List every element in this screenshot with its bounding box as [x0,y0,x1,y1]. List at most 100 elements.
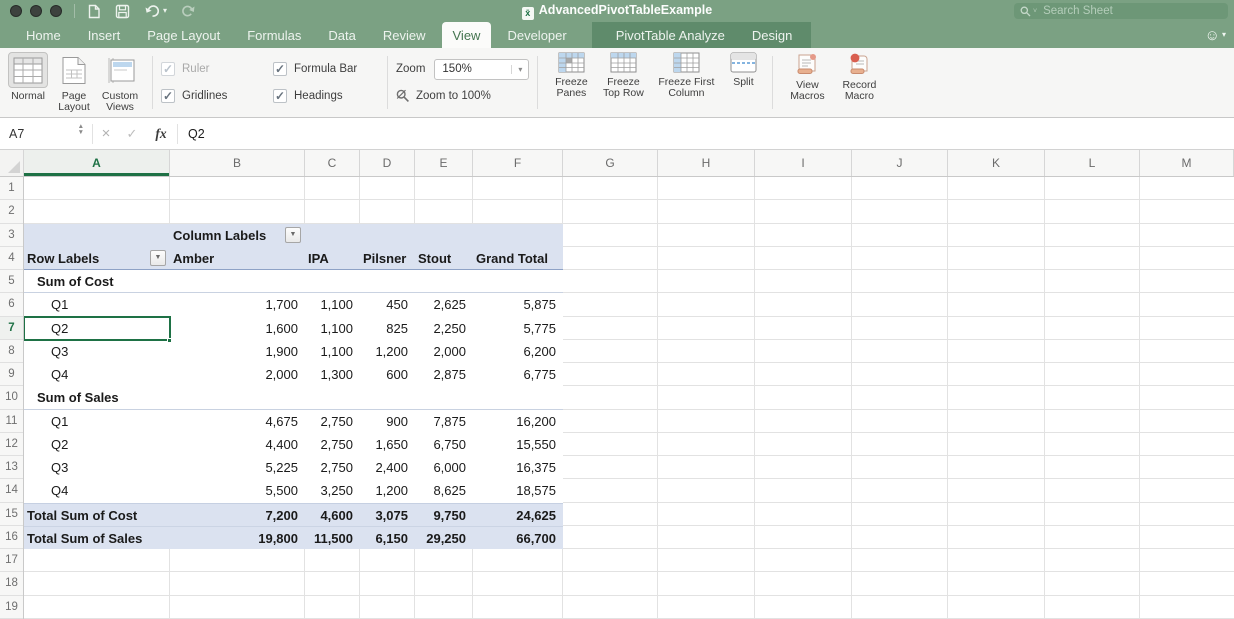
tab-design[interactable]: Design [741,22,803,48]
formula-bar-checkbox[interactable]: ✓ Formula Bar [273,59,373,79]
pivot-section-label[interactable]: Sum of Sales [37,386,119,408]
pivot-value-cell[interactable]: 2,750 [305,433,353,456]
row-header-11[interactable]: 11 [0,410,23,433]
pivot-total-value-cell[interactable]: 6,150 [360,527,408,549]
pivot-row-label[interactable]: Q3 [51,340,68,363]
feedback-control[interactable]: ☺ ▾ [1205,22,1226,48]
pivot-column-header[interactable]: Amber [173,247,214,269]
filter-dropdown-button[interactable]: ▼ [150,250,166,266]
row-header-5[interactable]: 5 [0,270,23,293]
pivot-column-header[interactable]: IPA [308,247,329,269]
pivot-value-cell[interactable]: 1,700 [170,293,298,316]
column-header-d[interactable]: D [360,150,415,176]
pivot-value-cell[interactable]: 2,400 [360,456,408,479]
pivot-value-cell[interactable]: 6,775 [473,363,556,386]
row-header-18[interactable]: 18 [0,572,23,595]
split-button[interactable]: Split [725,52,761,115]
tab-home[interactable]: Home [15,22,72,48]
pivot-value-cell[interactable]: 18,575 [473,479,556,502]
pivot-total-label[interactable]: Total Sum of Sales [27,527,142,549]
tab-formulas[interactable]: Formulas [236,22,312,48]
pivot-value-cell[interactable]: 5,875 [473,293,556,316]
undo-caret-icon[interactable]: ▾ [163,7,167,15]
pivot-total-value-cell[interactable]: 19,800 [170,527,298,549]
pivot-value-cell[interactable]: 5,775 [473,317,556,340]
column-header-k[interactable]: K [948,150,1045,176]
pivot-value-cell[interactable]: 1,650 [360,433,408,456]
pivot-value-cell[interactable]: 15,550 [473,433,556,456]
row-header-17[interactable]: 17 [0,549,23,572]
tab-developer[interactable]: Developer [496,22,577,48]
zoom-window-button[interactable] [50,5,62,17]
pivot-row-label[interactable]: Q4 [51,479,68,502]
pivot-column-header[interactable]: Pilsner [363,247,406,269]
pivot-value-cell[interactable]: 8,625 [415,479,466,502]
pivot-value-cell[interactable]: 600 [360,363,408,386]
column-header-m[interactable]: M [1140,150,1234,176]
column-header-g[interactable]: G [563,150,658,176]
zoom-level-select[interactable]: 150% ▾ [434,59,529,80]
pivot-value-cell[interactable]: 2,250 [415,317,466,340]
redo-button[interactable] [181,4,196,18]
window-controls[interactable] [10,5,62,17]
pivot-value-cell[interactable]: 5,225 [170,456,298,479]
row-header-13[interactable]: 13 [0,456,23,479]
column-header-e[interactable]: E [415,150,473,176]
custom-views-button[interactable]: Custom Views [98,52,142,115]
pivot-column-header[interactable]: Stout [418,247,451,269]
pivot-value-cell[interactable]: 1,100 [305,293,353,316]
pivot-value-cell[interactable]: 4,400 [170,433,298,456]
row-header-6[interactable]: 6 [0,293,23,316]
row-header-10[interactable]: 10 [0,386,23,409]
row-header-19[interactable]: 19 [0,596,23,619]
pivot-value-cell[interactable]: 1,100 [305,340,353,363]
pivot-row-label[interactable]: Q1 [51,410,68,433]
pivot-column-header[interactable]: Grand Total [476,247,548,269]
freeze-top-row-button[interactable]: Freeze Top Row [599,52,647,115]
row-header-8[interactable]: 8 [0,340,23,363]
column-header-j[interactable]: J [852,150,948,176]
pivot-value-cell[interactable]: 2,000 [170,363,298,386]
row-header-3[interactable]: 3 [0,224,23,247]
row-header-4[interactable]: 4 [0,247,23,270]
page-layout-view-button[interactable]: Page Layout [52,52,96,115]
pivot-value-cell[interactable]: 1,200 [360,479,408,502]
pivot-value-cell[interactable]: 6,000 [415,456,466,479]
tab-view[interactable]: View [442,22,492,48]
pivot-value-cell[interactable]: 1,200 [360,340,408,363]
headings-checkbox[interactable]: ✓ Headings [273,86,373,106]
pivot-value-cell[interactable]: 1,600 [170,317,298,340]
pivot-row-labels-title[interactable]: Row Labels [27,247,99,269]
insert-function-button[interactable]: fx [145,126,177,142]
view-macros-button[interactable]: View Macros [784,52,830,115]
pivot-row-label[interactable]: Q1 [51,293,68,316]
smiley-icon[interactable]: ☺ [1205,27,1220,44]
name-box[interactable]: A7 ▲ ▼ [0,118,92,149]
pivot-value-cell[interactable]: 1,100 [305,317,353,340]
pivot-value-cell[interactable]: 1,900 [170,340,298,363]
pivot-row-label[interactable]: Q4 [51,363,68,386]
row-header-9[interactable]: 9 [0,363,23,386]
column-header-h[interactable]: H [658,150,755,176]
pivot-value-cell[interactable]: 1,300 [305,363,353,386]
zoom-select-caret-icon[interactable]: ▾ [511,65,528,74]
pivot-total-value-cell[interactable]: 3,075 [360,504,408,526]
name-box-stepper[interactable]: ▲ ▼ [78,124,84,135]
pivot-value-cell[interactable]: 6,750 [415,433,466,456]
pivot-column-labels-title[interactable]: Column Labels [173,224,266,247]
gridlines-checkbox[interactable]: ✓ Gridlines [161,86,247,106]
row-header-12[interactable]: 12 [0,433,23,456]
save-icon[interactable] [115,4,130,19]
pivot-value-cell[interactable]: 2,875 [415,363,466,386]
sheet-cells[interactable]: Column Labels▼Row Labels▼AmberIPAPilsner… [24,177,1234,619]
close-window-button[interactable] [10,5,22,17]
search-scope-caret-icon[interactable]: ˅ [1033,8,1037,15]
row-header-15[interactable]: 15 [0,503,23,526]
column-header-f[interactable]: F [473,150,563,176]
pivot-total-value-cell[interactable]: 11,500 [305,527,353,549]
normal-view-button[interactable]: Normal [6,52,50,115]
freeze-first-column-button[interactable]: Freeze First Column [653,52,719,115]
column-header-i[interactable]: I [755,150,852,176]
confirm-entry-button[interactable]: ✓ [119,126,145,142]
pivot-value-cell[interactable]: 2,000 [415,340,466,363]
